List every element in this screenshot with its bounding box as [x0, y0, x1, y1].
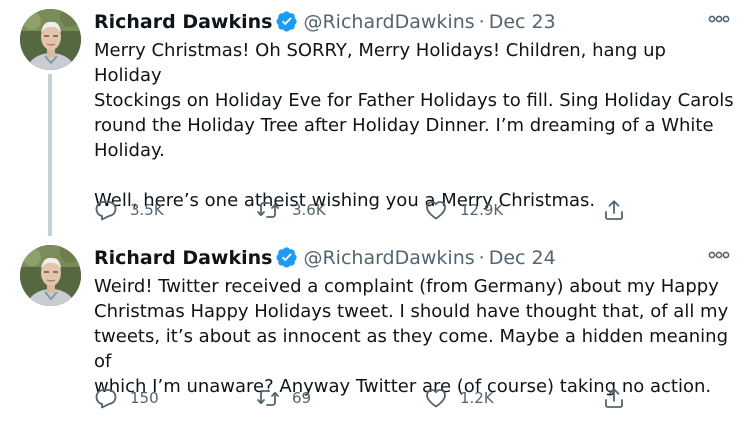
tweet-text: Merry Christmas! Oh SORRY, Merry Holiday…: [94, 40, 734, 211]
separator-dot: ·: [478, 11, 485, 33]
author-handle[interactable]: @RichardDawkins: [303, 247, 474, 269]
heart-icon: [426, 201, 446, 220]
heart-icon: [426, 389, 446, 408]
thread-connector-line: [48, 74, 52, 236]
avatar[interactable]: [20, 9, 81, 70]
share-icon: [605, 388, 623, 408]
tweet-actions: 150 69 1.2K: [94, 384, 634, 412]
tweet-header: Richard Dawkins @RichardDawkins · Dec 24: [94, 244, 556, 272]
author-name[interactable]: Richard Dawkins: [94, 11, 272, 33]
tweet-header: Richard Dawkins @RichardDawkins · Dec 23: [94, 8, 556, 36]
tweet-date[interactable]: Dec 23: [489, 11, 556, 33]
avatar[interactable]: [20, 245, 81, 306]
reply-icon: [95, 389, 117, 409]
author-name[interactable]: Richard Dawkins: [94, 247, 272, 269]
more-dots-icon[interactable]: [708, 12, 730, 26]
reply-icon: [95, 201, 117, 221]
retweet-button[interactable]: 3.6K: [256, 196, 326, 224]
retweet-count: 3.6K: [292, 201, 326, 219]
retweet-button[interactable]: 69: [256, 384, 311, 412]
separator-dot: ·: [478, 247, 485, 269]
share-button[interactable]: [602, 384, 626, 412]
verified-badge-icon: [276, 247, 298, 268]
verified-badge-icon: [276, 11, 298, 32]
tweet[interactable]: Richard Dawkins @RichardDawkins · Dec 24 W…: [0, 236, 750, 421]
tweet[interactable]: Richard Dawkins @RichardDawkins · Dec 23 M…: [0, 0, 750, 236]
share-icon: [605, 200, 623, 220]
reply-count: 3.5K: [130, 201, 164, 219]
like-count: 1.2K: [460, 389, 494, 407]
share-button[interactable]: [602, 196, 626, 224]
like-button[interactable]: 12.9K: [424, 196, 503, 224]
reply-button[interactable]: 150: [94, 384, 159, 412]
tweet-actions: 3.5K 3.6K 12.9K: [94, 196, 634, 224]
retweet-icon: [257, 390, 279, 406]
tweet-text: Weird! Twitter received a complaint (fro…: [94, 276, 729, 397]
retweet-count: 69: [292, 389, 312, 407]
like-button[interactable]: 1.2K: [424, 384, 494, 412]
retweet-icon: [257, 202, 279, 218]
reply-count: 150: [130, 389, 159, 407]
more-dots-icon[interactable]: [708, 248, 730, 262]
tweet-date[interactable]: Dec 24: [489, 247, 556, 269]
like-count: 12.9K: [460, 201, 504, 219]
reply-button[interactable]: 3.5K: [94, 196, 164, 224]
author-handle[interactable]: @RichardDawkins: [303, 11, 474, 33]
